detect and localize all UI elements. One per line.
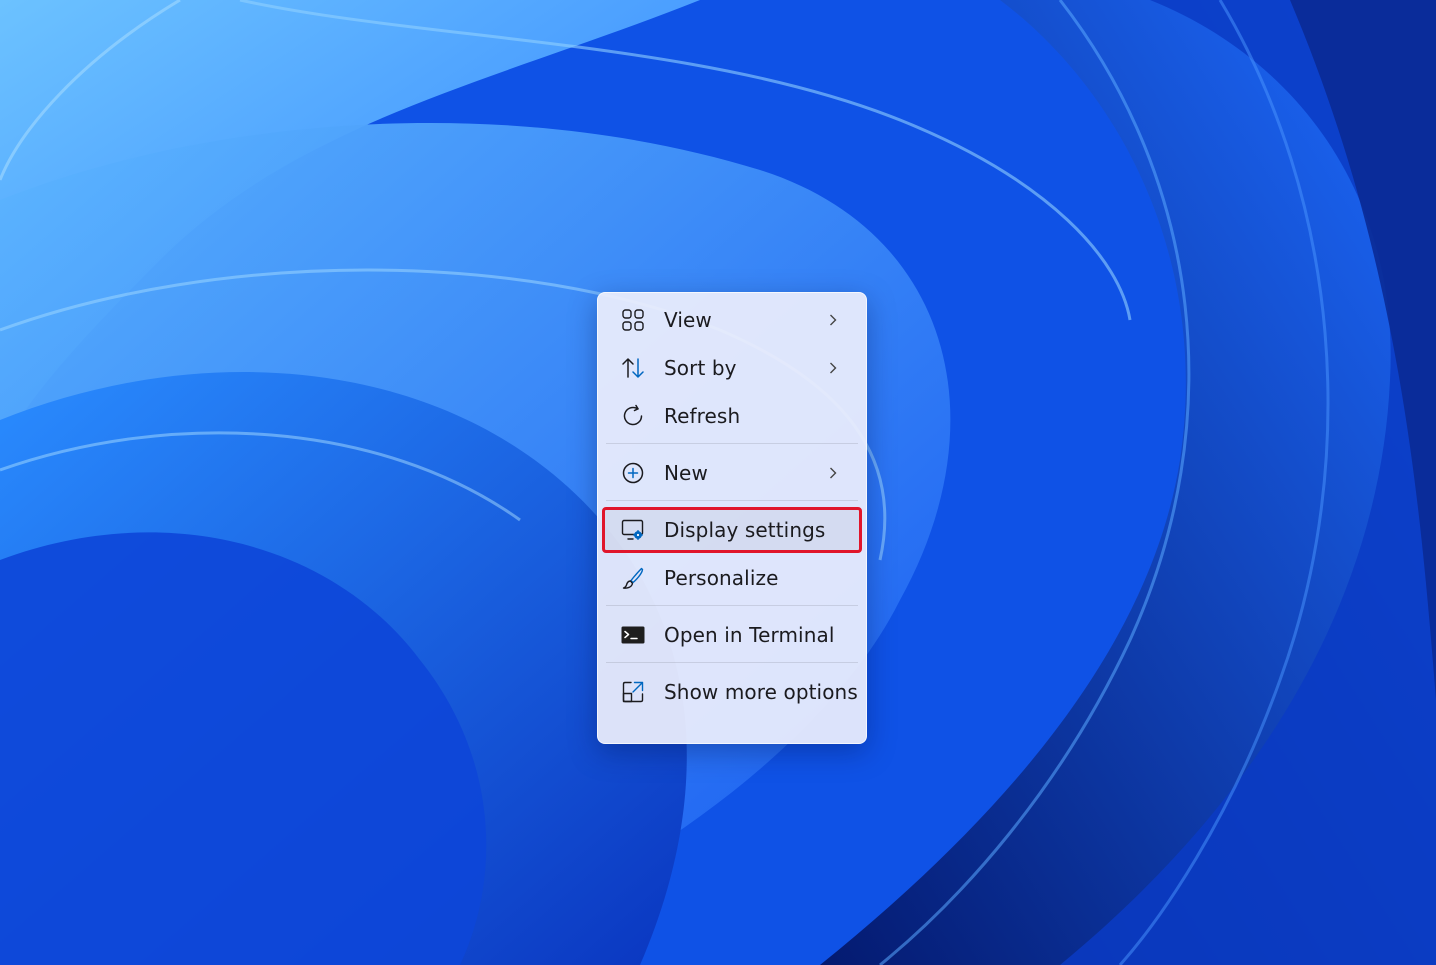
menu-item-label: New (664, 461, 708, 485)
sort-arrows-icon (620, 355, 646, 381)
display-settings-icon (620, 517, 646, 543)
grid-view-icon (620, 307, 646, 333)
desktop-context-menu: View Sort by Refresh New Display setting… (597, 292, 867, 744)
external-window-icon (620, 679, 646, 705)
menu-separator (606, 662, 858, 663)
terminal-icon (620, 622, 646, 648)
menu-separator (606, 443, 858, 444)
menu-item-new[interactable]: New (604, 452, 860, 494)
menu-item-label: Open in Terminal (664, 623, 835, 647)
menu-item-personalize[interactable]: Personalize (604, 557, 860, 599)
menu-item-refresh[interactable]: Refresh (604, 395, 860, 437)
paintbrush-icon (620, 565, 646, 591)
chevron-right-icon (826, 313, 840, 327)
chevron-right-icon (826, 466, 840, 480)
desktop[interactable]: View Sort by Refresh New Display setting… (0, 0, 1436, 965)
menu-item-label: Show more options (664, 680, 858, 704)
menu-item-label: Sort by (664, 356, 737, 380)
menu-item-open-in-terminal[interactable]: Open in Terminal (604, 614, 860, 656)
menu-item-view[interactable]: View (604, 299, 860, 341)
menu-item-label: Display settings (664, 518, 826, 542)
menu-separator (606, 605, 858, 606)
menu-item-label: View (664, 308, 712, 332)
refresh-icon (620, 403, 646, 429)
chevron-right-icon (826, 361, 840, 375)
menu-item-label: Personalize (664, 566, 779, 590)
menu-item-sort-by[interactable]: Sort by (604, 347, 860, 389)
menu-item-show-more-options[interactable]: Show more options (604, 671, 860, 713)
menu-item-label: Refresh (664, 404, 741, 428)
plus-circle-icon (620, 460, 646, 486)
menu-item-display-settings[interactable]: Display settings (602, 507, 862, 553)
menu-separator (606, 500, 858, 501)
